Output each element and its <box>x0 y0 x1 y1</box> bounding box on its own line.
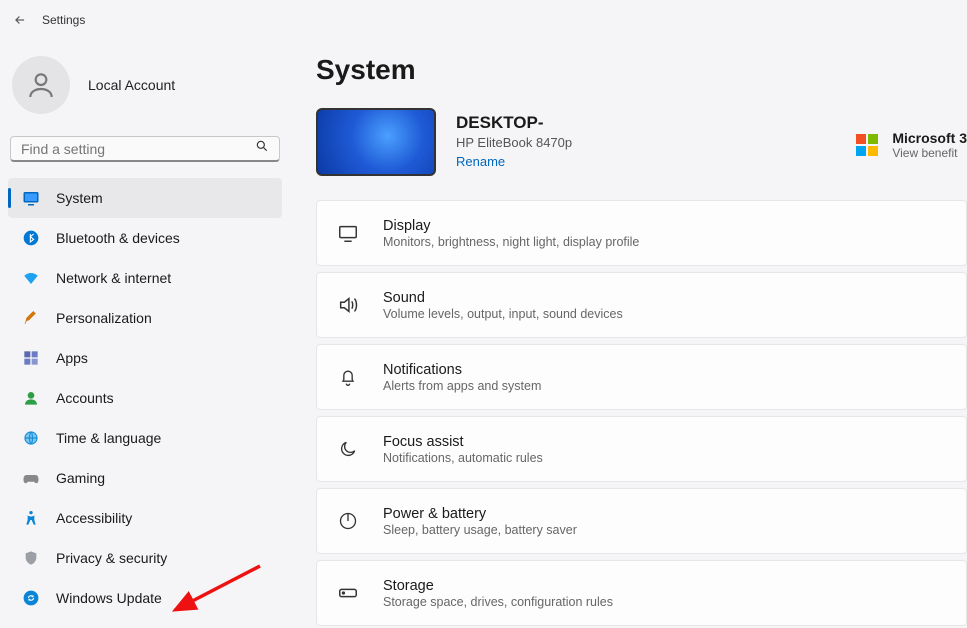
card-title: Power & battery <box>383 506 577 522</box>
search-input[interactable] <box>21 141 255 157</box>
card-title: Notifications <box>383 362 541 378</box>
search-icon <box>255 139 269 158</box>
bell-icon <box>337 366 359 388</box>
shield-icon <box>22 549 40 567</box>
brush-icon <box>22 309 40 327</box>
bluetooth-icon <box>22 229 40 247</box>
device-model: HP EliteBook 8470p <box>456 135 572 150</box>
card-subtitle: Notifications, automatic rules <box>383 451 543 465</box>
ms365-sub: View benefit <box>892 146 967 160</box>
sidebar-item-system[interactable]: System <box>8 178 282 218</box>
accounts-icon <box>22 389 40 407</box>
card-title: Display <box>383 218 639 234</box>
account-name: Local Account <box>88 77 175 93</box>
card-power-battery[interactable]: Power & battery Sleep, battery usage, ba… <box>316 488 967 554</box>
wifi-icon <box>22 269 40 287</box>
microsoft-logo-icon <box>856 134 878 156</box>
sidebar-item-windows-update[interactable]: Windows Update <box>8 578 282 618</box>
card-focus-assist[interactable]: Focus assist Notifications, automatic ru… <box>316 416 967 482</box>
sidebar-item-bluetooth[interactable]: Bluetooth & devices <box>8 218 282 258</box>
sidebar-item-accounts[interactable]: Accounts <box>8 378 282 418</box>
globe-icon <box>22 429 40 447</box>
titlebar: Settings <box>0 0 967 40</box>
moon-icon <box>337 438 359 460</box>
sidebar-item-label: Apps <box>56 350 88 366</box>
sidebar-item-label: Bluetooth & devices <box>56 230 180 246</box>
rename-link[interactable]: Rename <box>456 154 505 169</box>
sidebar-item-personalization[interactable]: Personalization <box>8 298 282 338</box>
device-thumbnail <box>316 108 436 176</box>
nav-list: System Bluetooth & devices Network & int… <box>8 178 282 618</box>
card-title: Storage <box>383 578 613 594</box>
search-box[interactable] <box>10 136 280 162</box>
card-sound[interactable]: Sound Volume levels, output, input, soun… <box>316 272 967 338</box>
accessibility-icon <box>22 509 40 527</box>
sidebar-item-gaming[interactable]: Gaming <box>8 458 282 498</box>
power-icon <box>337 510 359 532</box>
system-icon <box>22 189 40 207</box>
ms365-title: Microsoft 3 <box>892 130 967 146</box>
sidebar-item-label: Accessibility <box>56 510 132 526</box>
sidebar-item-apps[interactable]: Apps <box>8 338 282 378</box>
card-subtitle: Monitors, brightness, night light, displ… <box>383 235 639 249</box>
card-subtitle: Alerts from apps and system <box>383 379 541 393</box>
avatar <box>12 56 70 114</box>
device-name: DESKTOP- <box>456 113 572 133</box>
sidebar-item-label: Privacy & security <box>56 550 167 566</box>
card-storage[interactable]: Storage Storage space, drives, configura… <box>316 560 967 626</box>
sidebar-item-network[interactable]: Network & internet <box>8 258 282 298</box>
sidebar-item-label: System <box>56 190 103 206</box>
card-display[interactable]: Display Monitors, brightness, night ligh… <box>316 200 967 266</box>
apps-icon <box>22 349 40 367</box>
card-subtitle: Volume levels, output, input, sound devi… <box>383 307 623 321</box>
card-notifications[interactable]: Notifications Alerts from apps and syste… <box>316 344 967 410</box>
sidebar-item-time-language[interactable]: Time & language <box>8 418 282 458</box>
card-subtitle: Sleep, battery usage, battery saver <box>383 523 577 537</box>
sidebar-item-label: Gaming <box>56 470 105 486</box>
gaming-icon <box>22 469 40 487</box>
microsoft-365-card[interactable]: Microsoft 3 View benefit <box>856 130 967 160</box>
sidebar-item-privacy[interactable]: Privacy & security <box>8 538 282 578</box>
display-icon <box>337 222 359 244</box>
sidebar-item-label: Accounts <box>56 390 114 406</box>
sidebar-item-label: Time & language <box>56 430 161 446</box>
back-button[interactable] <box>10 10 30 30</box>
sidebar-item-label: Personalization <box>56 310 152 326</box>
sidebar: Local Account System Bluetooth & devices… <box>0 40 290 628</box>
page-title: System <box>316 54 967 86</box>
card-title: Sound <box>383 290 623 306</box>
main-content: System DESKTOP- HP EliteBook 8470p Renam… <box>290 40 967 628</box>
storage-icon <box>337 582 359 604</box>
sidebar-item-label: Network & internet <box>56 270 171 286</box>
sidebar-item-label: Windows Update <box>56 590 162 606</box>
sound-icon <box>337 294 359 316</box>
update-icon <box>22 589 40 607</box>
sidebar-item-accessibility[interactable]: Accessibility <box>8 498 282 538</box>
app-title: Settings <box>42 13 85 27</box>
card-title: Focus assist <box>383 434 543 450</box>
settings-cards: Display Monitors, brightness, night ligh… <box>316 200 967 626</box>
account-row[interactable]: Local Account <box>8 50 282 128</box>
card-subtitle: Storage space, drives, configuration rul… <box>383 595 613 609</box>
